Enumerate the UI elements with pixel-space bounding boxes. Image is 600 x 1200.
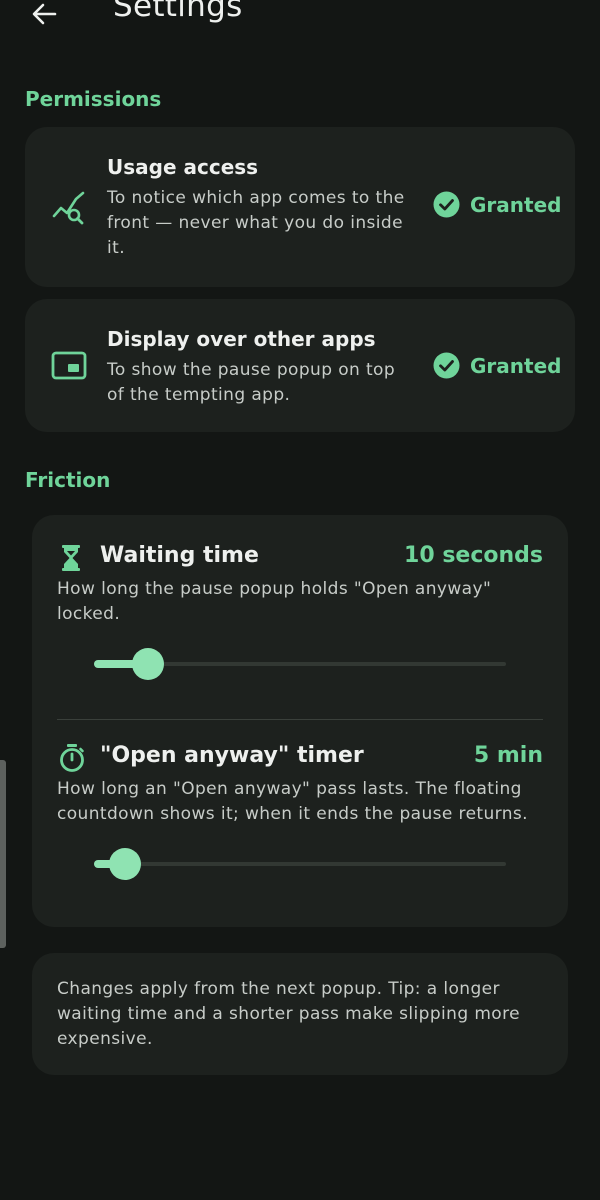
picture-in-picture-icon — [49, 346, 89, 386]
open-anyway-timer-slider[interactable] — [94, 848, 506, 880]
tip-text: Changes apply from the next popup. Tip: … — [57, 979, 520, 1049]
section-header-friction: Friction — [25, 468, 111, 492]
waiting-time-description: How long the pause popup holds "Open any… — [57, 579, 492, 624]
permission-title: Display over other apps — [107, 327, 376, 351]
slider-thumb[interactable] — [108, 848, 141, 880]
hourglass-icon — [62, 545, 80, 571]
timer-icon — [60, 744, 84, 772]
top-app-bar: Settings — [0, 0, 600, 40]
waiting-time-value: 10 seconds — [404, 543, 543, 568]
open-anyway-timer-title: "Open anyway" timer — [100, 743, 364, 768]
back-button[interactable] — [24, 0, 64, 36]
friction-card: Waiting time 10 seconds How long the pau… — [32, 515, 568, 927]
usage-stats-icon — [49, 189, 89, 229]
arrow-left-icon — [32, 3, 57, 25]
permission-card-usage-access[interactable]: Usage access To notice which app comes t… — [25, 127, 575, 287]
permission-card-display-over-apps[interactable]: Display over other apps To show the paus… — [25, 299, 575, 432]
page-title: Settings — [113, 0, 243, 24]
divider — [57, 719, 543, 720]
permission-status-granted: Granted — [433, 352, 561, 379]
edge-swipe-handle[interactable] — [0, 760, 6, 948]
tip-card: Changes apply from the next popup. Tip: … — [32, 953, 568, 1075]
check-circle-icon — [433, 352, 460, 379]
waiting-time-slider[interactable] — [94, 648, 506, 680]
section-header-permissions: Permissions — [25, 87, 162, 111]
check-circle-icon — [433, 191, 460, 218]
permission-status-granted: Granted — [433, 191, 561, 218]
slider-thumb[interactable] — [131, 648, 164, 680]
permission-title: Usage access — [107, 155, 259, 179]
slider-track — [94, 862, 506, 866]
status-label: Granted — [470, 353, 562, 378]
open-anyway-timer-value: 5 min — [473, 743, 543, 768]
permission-description: To show the pause popup on top of the te… — [107, 360, 396, 405]
permission-description: To notice which app comes to the front —… — [107, 188, 405, 258]
waiting-time-title: Waiting time — [100, 543, 259, 568]
status-label: Granted — [470, 192, 562, 217]
open-anyway-timer-description: How long an "Open anyway" pass lasts. Th… — [57, 779, 528, 824]
